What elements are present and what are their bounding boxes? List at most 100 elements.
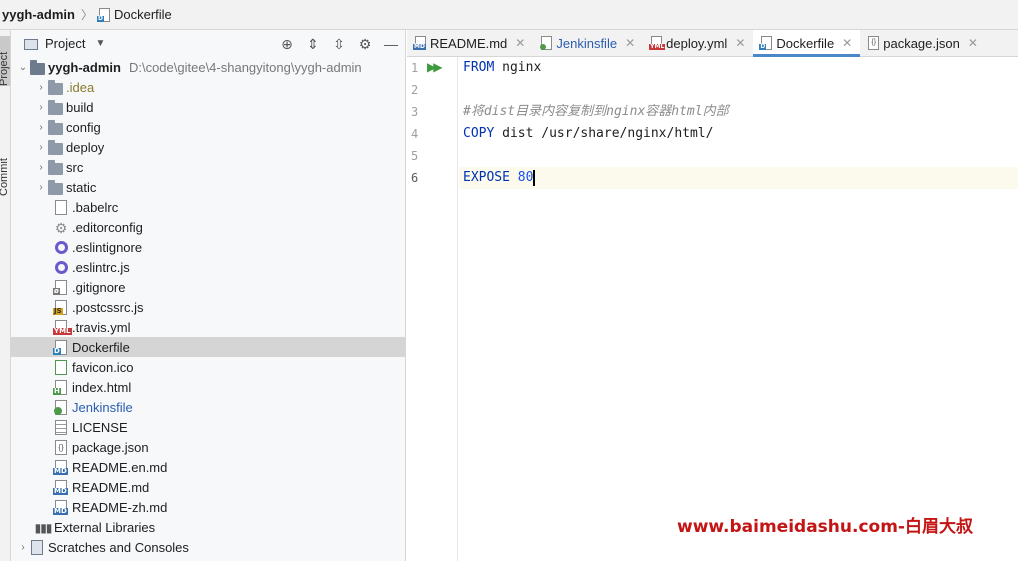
tree-folder-row[interactable]: › .idea — [11, 77, 405, 97]
tree-folder-row[interactable]: › config — [11, 117, 405, 137]
tree-file-label: README.en.md — [72, 459, 168, 475]
tree-file-label: index.html — [72, 379, 132, 395]
yml-file-icon: YML — [53, 319, 72, 335]
tree-file-row[interactable]: .babelrc — [11, 197, 405, 217]
tab-readme-md[interactable]: MD README.md ✕ — [407, 30, 533, 56]
breadcrumb-file[interactable]: D Dockerfile — [96, 7, 172, 22]
tree-file-row[interactable]: .eslintrc.js — [11, 257, 405, 277]
tree-file-row[interactable]: ⚙ .editorconfig — [11, 217, 405, 237]
code-keyword: COPY — [463, 126, 495, 141]
close-icon[interactable]: ✕ — [515, 36, 525, 50]
tool-tab-commit[interactable]: Commit — [0, 138, 10, 196]
chevron-down-icon[interactable]: ▼ — [95, 38, 105, 49]
tree-file-label: README-zh.md — [72, 499, 168, 515]
yml-file-icon: YML — [649, 36, 666, 50]
tool-tab-project[interactable]: Project — [0, 36, 10, 86]
chevron-right-icon[interactable]: › — [35, 82, 47, 93]
tree-root-row[interactable]: ⌄ yygh-admin D:\code\gitee\4-shangyitong… — [11, 57, 405, 77]
tree-file-row[interactable]: MD README-zh.md — [11, 497, 405, 517]
tree-file-label: favicon.ico — [72, 359, 134, 375]
code-line[interactable]: COPY dist /usr/share/nginx/html/ — [459, 123, 1018, 145]
locate-file-icon[interactable]: ⊕ — [279, 36, 295, 52]
scratches-icon — [29, 539, 45, 555]
chevron-right-icon[interactable]: › — [35, 162, 47, 173]
tab-dockerfile[interactable]: D Dockerfile ✕ — [753, 30, 861, 57]
code-editor[interactable]: 1 ▶▶ 2 3 4 5 6 FROM nginx #将dist目录内容复制到ng… — [407, 57, 1018, 561]
code-line[interactable]: #将dist目录内容复制到nginx容器html内部 — [459, 101, 1018, 123]
tree-file-row[interactable]: Jenkinsfile — [11, 397, 405, 417]
tree-file-row[interactable]: YML .travis.yml — [11, 317, 405, 337]
tab-label: README.md — [430, 35, 508, 51]
project-panel-header: Project ▼ ⊕ ⇕ ⇳ ⚙ — — [11, 30, 405, 57]
tree-file-row[interactable]: {} package.json — [11, 437, 405, 457]
tree-external-libraries-row[interactable]: ▮▮▮ External Libraries — [11, 517, 405, 537]
chevron-right-icon[interactable]: › — [17, 542, 29, 553]
tree-file-label: Dockerfile — [72, 339, 130, 355]
code-text: nginx — [494, 60, 542, 75]
tree-external-libraries-label: External Libraries — [54, 519, 156, 535]
tree-file-row[interactable]: .eslintignore — [11, 237, 405, 257]
close-icon[interactable]: ✕ — [625, 36, 635, 50]
json-file-icon: {} — [868, 36, 880, 50]
chevron-down-icon[interactable]: ⌄ — [17, 62, 29, 73]
tree-file-label: LICENSE — [72, 419, 128, 435]
project-panel-tools: ⊕ ⇕ ⇳ ⚙ — — [279, 30, 399, 57]
line-number: 4 — [411, 127, 419, 141]
js-file-icon: JS — [53, 299, 69, 315]
collapse-all-icon[interactable]: ⇳ — [331, 36, 347, 52]
folder-icon — [47, 179, 63, 195]
tree-file-row[interactable]: JS .postcssrc.js — [11, 297, 405, 317]
tree-folder-row[interactable]: › src — [11, 157, 405, 177]
code-keyword: EXPOSE — [463, 170, 510, 185]
line-number-current: 6 — [411, 171, 419, 185]
project-panel-title[interactable]: Project — [45, 36, 85, 51]
tree-file-row[interactable]: H index.html — [11, 377, 405, 397]
code-line[interactable]: EXPOSE 80 — [459, 167, 1018, 189]
tab-deploy-yml[interactable]: YML deploy.yml ✕ — [643, 30, 753, 56]
code-area[interactable]: FROM nginx #将dist目录内容复制到nginx容器html内部 COPY… — [459, 57, 1018, 561]
run-icon[interactable]: ▶▶ — [427, 60, 443, 74]
tree-file-label: .eslintrc.js — [72, 259, 130, 275]
gear-icon[interactable]: ⚙ — [357, 36, 373, 52]
project-panel: Project ▼ ⊕ ⇕ ⇳ ⚙ — ⌄ yygh-admin D:\code… — [11, 30, 406, 561]
tab-label: deploy.yml — [666, 35, 728, 51]
code-line[interactable]: FROM nginx — [459, 57, 1018, 79]
tree-file-label: .gitignore — [72, 279, 126, 295]
tree-folder-row[interactable]: › static — [11, 177, 405, 197]
tree-folder-row[interactable]: › build — [11, 97, 405, 117]
breadcrumb-project[interactable]: yygh-admin — [2, 7, 75, 22]
tree-file-row[interactable]: LICENSE — [11, 417, 405, 437]
gear-file-icon: ⚙ — [54, 220, 68, 236]
code-text: dist /usr/share/nginx/html/ — [494, 126, 714, 141]
project-tree: ⌄ yygh-admin D:\code\gitee\4-shangyitong… — [11, 57, 405, 557]
code-line[interactable] — [459, 79, 1018, 101]
chevron-right-icon[interactable]: › — [35, 182, 47, 193]
chevron-right-icon[interactable]: › — [35, 102, 47, 113]
tree-file-row[interactable]: ø .gitignore — [11, 277, 405, 297]
tree-folder-label: static — [66, 179, 97, 195]
tab-package-json[interactable]: {} package.json ✕ — [860, 30, 986, 56]
tree-root-path: D:\code\gitee\4-shangyitong\yygh-admin — [128, 59, 362, 75]
docker-file-icon: D — [96, 7, 110, 22]
tree-file-label: .travis.yml — [72, 319, 131, 335]
close-icon[interactable]: ✕ — [968, 36, 978, 50]
expand-all-icon[interactable]: ⇕ — [305, 36, 321, 52]
jenkins-file-icon — [53, 399, 69, 415]
tree-file-row[interactable]: MD README.en.md — [11, 457, 405, 477]
tree-file-row[interactable]: favicon.ico — [11, 357, 405, 377]
code-line[interactable] — [459, 145, 1018, 167]
close-icon[interactable]: ✕ — [735, 36, 745, 50]
minimize-icon[interactable]: — — [383, 36, 399, 52]
project-view-icon — [23, 36, 39, 52]
tree-folder-row[interactable]: › deploy — [11, 137, 405, 157]
tree-file-row-selected[interactable]: D Dockerfile — [11, 337, 405, 357]
tree-scratches-row[interactable]: › Scratches and Consoles — [11, 537, 405, 557]
tree-file-label: .editorconfig — [72, 219, 143, 235]
chevron-right-icon[interactable]: › — [35, 142, 47, 153]
close-icon[interactable]: ✕ — [842, 36, 852, 50]
chevron-right-icon[interactable]: › — [35, 122, 47, 133]
tree-file-row[interactable]: MD README.md — [11, 477, 405, 497]
tree-file-label: .babelrc — [72, 199, 119, 215]
tab-jenkinsfile[interactable]: Jenkinsfile ✕ — [533, 30, 643, 56]
